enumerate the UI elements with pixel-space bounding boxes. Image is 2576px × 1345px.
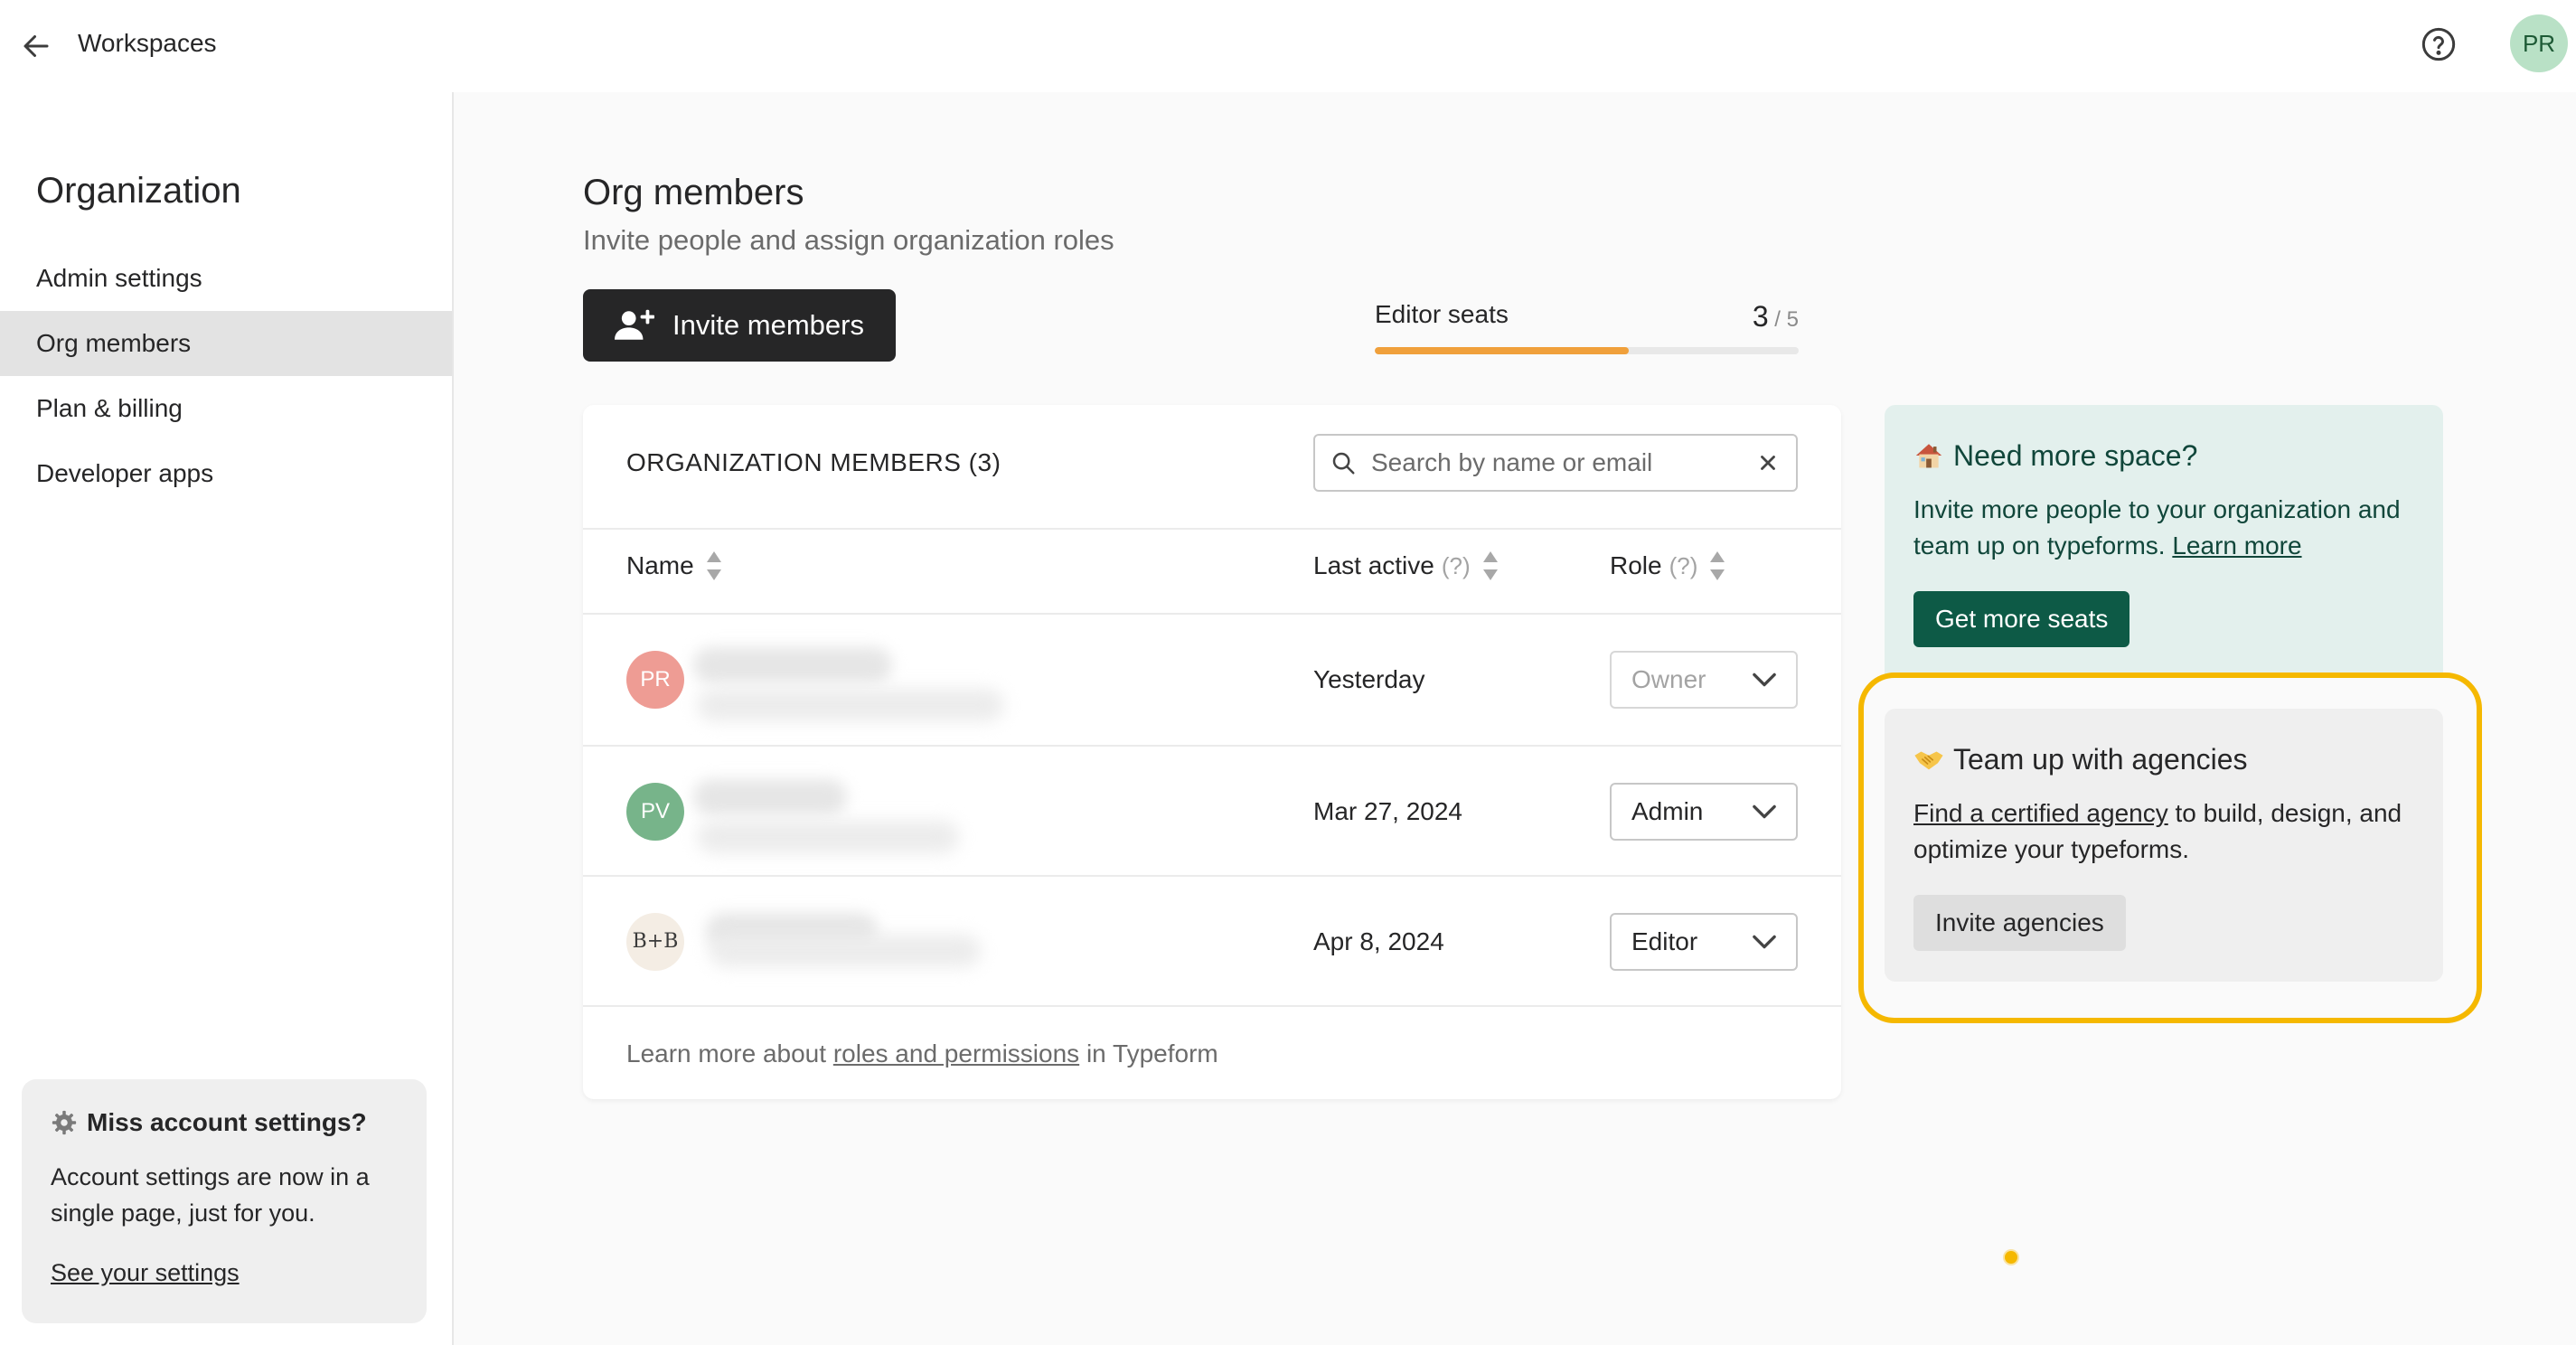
table-row: PV Mar 27, 2024 Admin xyxy=(583,747,1841,877)
promo-text: Account settings are now in a single pag… xyxy=(51,1163,370,1227)
roles-footer: Learn more about roles and permissions i… xyxy=(626,1038,1218,1070)
space-card-title: Need more space? xyxy=(1953,439,2198,472)
sidebar-item-developer-apps[interactable]: Developer apps xyxy=(0,441,452,506)
editor-seats-progress-fill xyxy=(1375,347,1630,354)
redacted-name xyxy=(693,779,847,815)
account-settings-promo: Miss account settings? Account settings … xyxy=(22,1079,427,1323)
redacted-name xyxy=(693,647,892,683)
space-card-text: Invite more people to your organization … xyxy=(1913,492,2414,564)
member-avatar: B+B xyxy=(626,913,684,971)
promo-heading: Miss account settings? xyxy=(51,1106,398,1139)
members-table-heading: ORGANIZATION MEMBERS (3) xyxy=(626,448,1001,476)
role-value: Editor xyxy=(1631,927,1698,955)
column-last-active-label: Last active xyxy=(1313,551,1434,579)
sidebar-item-admin-settings[interactable]: Admin settings xyxy=(0,246,452,311)
sort-icon[interactable] xyxy=(1708,550,1726,582)
editor-seats-count: 3 / 5 xyxy=(1735,300,1799,336)
role-value: Admin xyxy=(1631,797,1704,825)
sort-icon[interactable] xyxy=(705,550,723,582)
find-agency-link[interactable]: Find a certified agency xyxy=(1913,799,2168,827)
redacted-email xyxy=(710,935,981,967)
table-row: B+B Apr 8, 2024 Editor xyxy=(583,877,1841,1007)
sidebar-title: Organization xyxy=(36,171,241,211)
editor-seats-label: Editor seats xyxy=(1375,300,1509,328)
role-value: Owner xyxy=(1631,665,1706,693)
space-card-heading: Need more space? xyxy=(1913,437,2414,474)
add-user-icon xyxy=(615,309,655,340)
column-header-role[interactable]: Role (?) xyxy=(1610,550,1726,582)
agency-card-title: Team up with agencies xyxy=(1953,743,2248,776)
sidebar-nav: Admin settings Org members Plan & billin… xyxy=(0,246,452,506)
members-table-card: ORGANIZATION MEMBERS (3) Name Last activ… xyxy=(583,405,1841,1099)
house-icon xyxy=(1915,444,1942,468)
member-avatar: PR xyxy=(626,651,684,709)
help-icon[interactable] xyxy=(2421,26,2457,62)
sidebar-item-org-members[interactable]: Org members xyxy=(0,311,452,376)
agency-card-heading: Team up with agencies xyxy=(1913,741,2414,777)
footer-suffix: in Typeform xyxy=(1086,1039,1218,1068)
top-bar: Workspaces PR xyxy=(0,0,2576,92)
invite-agencies-button[interactable]: Invite agencies xyxy=(1913,895,2126,951)
workspaces-link[interactable]: Workspaces xyxy=(78,27,217,60)
sidebar: Organization Admin settings Org members … xyxy=(0,92,454,1345)
table-row: PR Yesterday Owner xyxy=(583,615,1841,745)
column-name-label: Name xyxy=(626,551,694,579)
table-divider xyxy=(583,1005,1841,1007)
last-active-value: Mar 27, 2024 xyxy=(1313,797,1462,825)
search-input[interactable] xyxy=(1369,447,1756,478)
invite-members-label: Invite members xyxy=(672,309,864,341)
user-avatar[interactable]: PR xyxy=(2510,14,2568,72)
handshake-icon xyxy=(1914,751,1943,770)
cursor-marker xyxy=(2005,1251,2017,1264)
editor-seats-progress xyxy=(1375,347,1799,354)
column-header-name[interactable]: Name xyxy=(626,550,723,582)
column-role-label: Role xyxy=(1610,551,1662,579)
member-search xyxy=(1313,434,1798,492)
agency-card-text: Find a certified agency to build, design… xyxy=(1913,795,2414,868)
see-settings-link[interactable]: See your settings xyxy=(51,1256,240,1289)
table-divider xyxy=(583,528,1841,530)
seats-used: 3 xyxy=(1752,300,1769,333)
last-active-value: Yesterday xyxy=(1313,665,1425,693)
footer-prefix: Learn more about xyxy=(626,1039,827,1068)
back-arrow-icon[interactable] xyxy=(20,30,52,62)
redacted-email xyxy=(697,689,1004,721)
team-up-agencies-card: Team up with agencies Find a certified a… xyxy=(1885,709,2443,982)
page-title: Org members xyxy=(583,173,804,212)
role-select: Owner xyxy=(1610,651,1798,709)
promo-title: Miss account settings? xyxy=(87,1108,367,1136)
redacted-email xyxy=(697,821,959,853)
space-card-body: Invite more people to your organization … xyxy=(1913,495,2401,560)
roles-permissions-link[interactable]: roles and permissions xyxy=(833,1039,1079,1068)
column-header-last-active[interactable]: Last active (?) xyxy=(1313,550,1500,582)
clear-search-icon[interactable] xyxy=(1756,451,1780,475)
sidebar-item-plan-billing[interactable]: Plan & billing xyxy=(0,376,452,441)
invite-members-button[interactable]: Invite members xyxy=(583,289,896,362)
chevron-down-icon xyxy=(1753,804,1776,819)
role-select[interactable]: Admin xyxy=(1610,783,1798,841)
need-more-space-card: Need more space? Invite more people to y… xyxy=(1885,405,2443,676)
chevron-down-icon xyxy=(1753,935,1776,949)
help-hint[interactable]: (?) xyxy=(1442,550,1471,582)
search-icon xyxy=(1332,452,1355,475)
seats-separator: / xyxy=(1774,307,1781,332)
seats-total: 5 xyxy=(1786,307,1799,332)
gear-icon xyxy=(52,1110,77,1135)
page-subtitle: Invite people and assign organization ro… xyxy=(583,224,1114,256)
role-select[interactable]: Editor xyxy=(1610,913,1798,971)
learn-more-link[interactable]: Learn more xyxy=(2172,531,2301,560)
chevron-down-icon xyxy=(1753,672,1776,687)
member-avatar: PV xyxy=(626,783,684,841)
last-active-value: Apr 8, 2024 xyxy=(1313,927,1444,955)
help-hint[interactable]: (?) xyxy=(1669,550,1698,582)
get-more-seats-button[interactable]: Get more seats xyxy=(1913,591,2130,647)
sort-icon[interactable] xyxy=(1481,550,1500,582)
